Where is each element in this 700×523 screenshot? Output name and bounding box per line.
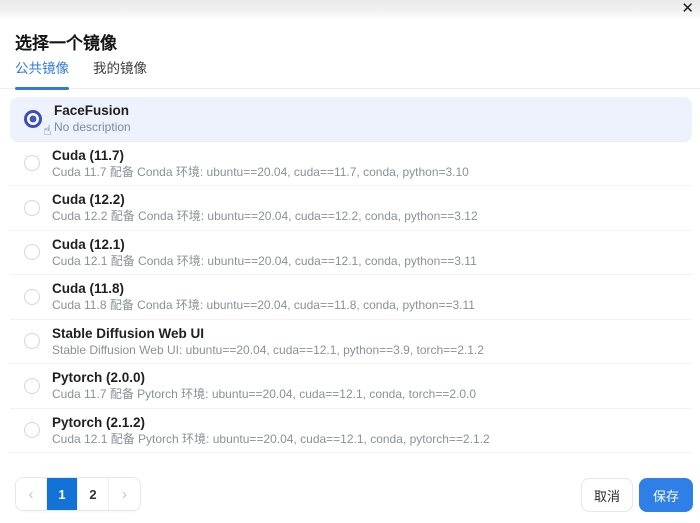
image-row[interactable]: FaceFusion No description [10, 97, 692, 142]
image-row[interactable]: Cuda (11.7) Cuda 11.7 配备 Conda 环境: ubunt… [10, 142, 692, 187]
pagination: ‹ 1 2 › [15, 477, 141, 511]
image-description: Cuda 12.1 配备 Conda 环境: ubuntu==20.04, cu… [52, 254, 477, 269]
image-row[interactable]: Pytorch (2.1.2) Cuda 12.1 配备 Pytorch 环境:… [10, 409, 692, 454]
close-icon[interactable]: ✕ [681, 0, 694, 18]
image-description: Cuda 12.2 配备 Conda 环境: ubuntu==20.04, cu… [52, 209, 478, 224]
tab-my-images[interactable]: 我的镜像 [93, 60, 147, 88]
image-row-text: FaceFusion No description [54, 102, 131, 135]
image-radio[interactable] [24, 110, 42, 128]
image-row-text: Cuda (12.2) Cuda 12.2 配备 Conda 环境: ubunt… [52, 191, 478, 224]
chevron-right-icon: › [122, 486, 127, 503]
image-radio[interactable] [24, 155, 40, 171]
cancel-button[interactable]: 取消 [581, 478, 633, 512]
image-name: Cuda (11.8) [52, 280, 475, 297]
image-description: Cuda 11.7 配备 Pytorch 环境: ubuntu==20.04, … [52, 387, 476, 402]
pagination-prev-button[interactable]: ‹ [16, 478, 47, 510]
image-name: FaceFusion [54, 102, 131, 119]
select-image-dialog: ✕ 选择一个镜像 公共镜像 我的镜像 ☝ FaceFusion No descr… [0, 0, 700, 523]
pagination-page-2[interactable]: 2 [78, 478, 109, 510]
image-row[interactable]: Pytorch (2.0.0) Cuda 11.7 配备 Pytorch 环境:… [10, 364, 692, 409]
image-name: Pytorch (2.0.0) [52, 369, 476, 386]
image-row[interactable]: Cuda (11.8) Cuda 11.8 配备 Conda 环境: ubunt… [10, 275, 692, 320]
image-description: Cuda 11.7 配备 Conda 环境: ubuntu==20.04, cu… [52, 165, 469, 180]
tab-public-images[interactable]: 公共镜像 [15, 60, 69, 88]
image-row-text: Pytorch (2.0.0) Cuda 11.7 配备 Pytorch 环境:… [52, 369, 476, 402]
image-radio[interactable] [24, 333, 40, 349]
image-name: Cuda (12.1) [52, 236, 477, 253]
save-button[interactable]: 保存 [639, 478, 693, 512]
image-row-text: Stable Diffusion Web UI Stable Diffusion… [52, 325, 484, 358]
dialog-title: 选择一个镜像 [15, 29, 117, 54]
image-description: Cuda 12.1 配备 Pytorch 环境: ubuntu==20.04, … [52, 432, 490, 447]
image-name: Cuda (12.2) [52, 191, 478, 208]
image-row-text: Cuda (11.7) Cuda 11.7 配备 Conda 环境: ubunt… [52, 147, 469, 180]
image-name: Pytorch (2.1.2) [52, 414, 490, 431]
image-radio[interactable] [24, 289, 40, 305]
pagination-next-button[interactable]: › [109, 478, 140, 510]
image-description: No description [54, 120, 131, 135]
top-gradient-band [0, 0, 700, 20]
image-description: Stable Diffusion Web UI: ubuntu==20.04, … [52, 343, 484, 358]
image-row-text: Cuda (11.8) Cuda 11.8 配备 Conda 环境: ubunt… [52, 280, 475, 313]
image-row-text: Cuda (12.1) Cuda 12.1 配备 Conda 环境: ubunt… [52, 236, 477, 269]
image-list: ☝ FaceFusion No description Cuda (11.7) … [10, 97, 692, 453]
chevron-left-icon: ‹ [29, 486, 34, 503]
image-row-text: Pytorch (2.1.2) Cuda 12.1 配备 Pytorch 环境:… [52, 414, 490, 447]
image-row[interactable]: Cuda (12.1) Cuda 12.1 配备 Conda 环境: ubunt… [10, 231, 692, 276]
image-description: Cuda 11.8 配备 Conda 环境: ubuntu==20.04, cu… [52, 298, 475, 313]
image-radio[interactable] [24, 244, 40, 260]
image-name: Stable Diffusion Web UI [52, 325, 484, 342]
image-row[interactable]: Stable Diffusion Web UI Stable Diffusion… [10, 320, 692, 365]
image-radio[interactable] [24, 422, 40, 438]
tab-bar: 公共镜像 我的镜像 [0, 60, 700, 89]
image-radio[interactable] [24, 200, 40, 216]
image-row[interactable]: Cuda (12.2) Cuda 12.2 配备 Conda 环境: ubunt… [10, 186, 692, 231]
pagination-page-1[interactable]: 1 [47, 478, 78, 510]
image-name: Cuda (11.7) [52, 147, 469, 164]
image-radio[interactable] [24, 378, 40, 394]
